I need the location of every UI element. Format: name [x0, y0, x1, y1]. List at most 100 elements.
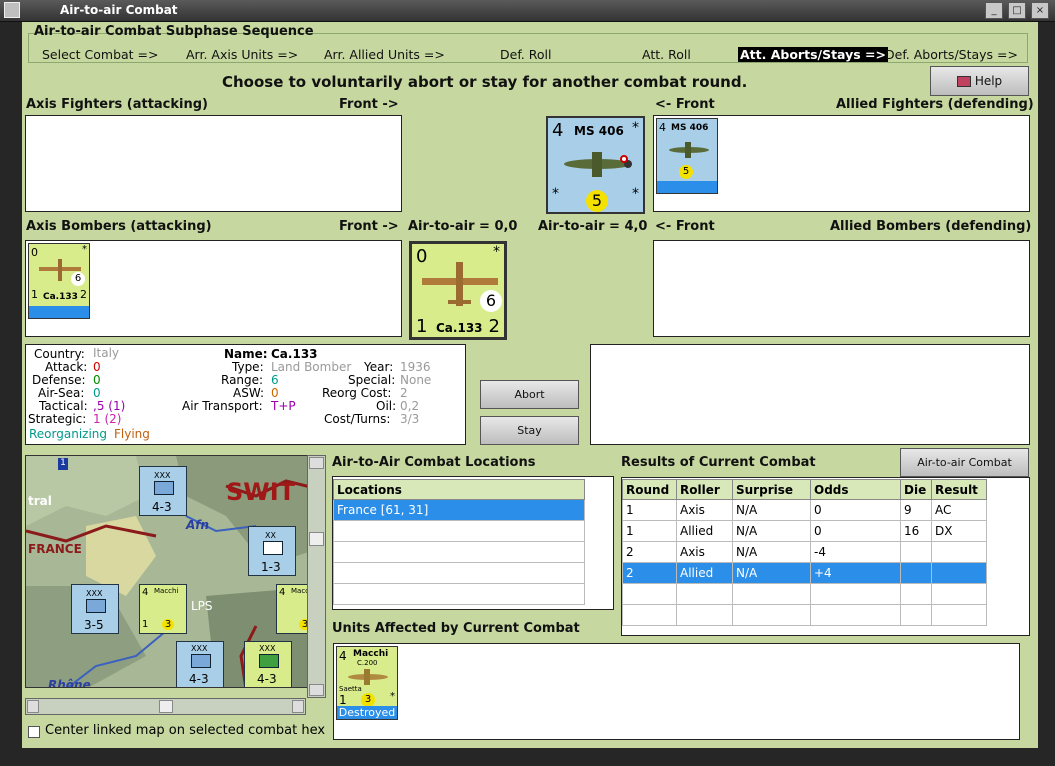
unit-symbol-icon	[154, 481, 174, 495]
ca133-small-right: 2	[80, 288, 87, 301]
instruction-text: Choose to voluntarily abort or stay for …	[222, 73, 748, 91]
map-label-swit: SWIT	[226, 478, 296, 506]
scroll-thumb[interactable]	[309, 532, 324, 546]
ms406-selected-bar	[657, 181, 717, 193]
col-result: Result	[931, 479, 987, 500]
results-table: Round Roller Surprise Odds Die Result 1A…	[622, 479, 987, 626]
map-counter-lyons[interactable]: XXX 4-3	[139, 466, 187, 516]
col-round: Round	[622, 479, 677, 500]
ms406-small-name: MS 406	[671, 123, 709, 133]
map-label-lps: LPS	[191, 599, 213, 613]
reorgcost-key: Reorg Cost:	[322, 386, 392, 400]
type-value: Land Bomber	[271, 360, 352, 374]
name-value: Ca.133	[271, 347, 318, 361]
map-counter-viii-inf[interactable]: XXX 4-3	[176, 641, 224, 687]
map-counter-v-inf[interactable]: XXX 4-3	[244, 641, 292, 687]
ms406-large-counter[interactable]: 4 MS 406 * * * 5	[546, 116, 645, 214]
col-die: Die	[900, 479, 932, 500]
help-label: Help	[974, 74, 1003, 88]
col-surprise: Surprise	[732, 479, 811, 500]
close-icon[interactable]: ×	[1031, 2, 1049, 19]
sequence-title: Air-to-air Combat Subphase Sequence	[34, 24, 314, 39]
table-row[interactable]: 1 Allied N/A 0 16 DX	[622, 520, 987, 542]
affected-title: Units Affected by Current Combat	[332, 621, 580, 636]
attack-value: 0	[93, 360, 101, 374]
allied-bombers-front: <- Front	[655, 219, 715, 234]
ms406-name: MS 406	[574, 124, 624, 138]
stay-button[interactable]: Stay	[480, 416, 579, 445]
map-horizontal-scrollbar[interactable]	[25, 698, 306, 715]
scroll-up-arrow-icon[interactable]	[309, 457, 324, 469]
linked-map[interactable]: tral FRANCE SWIT Afn LPS Rhône 1 XXX 4-3…	[25, 455, 326, 688]
step-att-roll: Att. Roll	[642, 47, 691, 62]
window-titlebar: Air-to-air Combat _ □ ×	[0, 0, 1055, 22]
maximize-icon[interactable]: □	[1008, 2, 1026, 19]
ca133-small-name: Ca.133	[43, 292, 78, 302]
ms406-air-value: 4	[552, 120, 564, 141]
table-row[interactable]	[622, 604, 987, 626]
location-row[interactable]	[333, 583, 585, 605]
allied-bombers-box[interactable]	[653, 240, 1030, 337]
macchi-affected-counter[interactable]: 4 Macchi C.200 Saetta 1 3 * Destroyed	[336, 646, 398, 720]
table-row[interactable]: 2 Allied N/A +4	[622, 562, 987, 584]
step-def-roll: Def. Roll	[500, 47, 552, 62]
fighter-plane-small-icon	[669, 142, 709, 158]
special-key: Special:	[348, 373, 396, 387]
attack-key: Attack:	[45, 360, 88, 374]
type-key: Type:	[232, 360, 264, 374]
allied-air-to-air: Air-to-air = 4,0	[538, 219, 648, 234]
strategic-value: 1 (2)	[93, 412, 122, 426]
ms406-small-air: 4	[659, 121, 666, 134]
oil-value: 0,2	[400, 399, 420, 413]
step-att-aborts-active: Att. Aborts/Stays =>	[738, 47, 888, 62]
scroll-left-arrow-icon[interactable]	[27, 700, 39, 713]
tactical-key: Tactical:	[39, 399, 88, 413]
minimize-icon[interactable]: _	[985, 2, 1003, 19]
center-map-checkbox[interactable]	[28, 726, 40, 738]
allied-bombers-label: Allied Bombers (defending)	[830, 219, 1032, 234]
special-value: None	[400, 373, 432, 387]
table-row[interactable]: 2 Axis N/A -4	[622, 541, 987, 563]
axis-air-to-air: Air-to-air = 0,0	[408, 219, 518, 234]
map-counter-macchi[interactable]: 4 Macchi 1 3	[139, 584, 187, 634]
axis-fighters-box[interactable]	[25, 115, 402, 212]
airtransport-key: Air Transport:	[182, 399, 263, 413]
table-row[interactable]: 1 Axis N/A 0 9 AC	[622, 499, 987, 521]
country-key: Country:	[34, 347, 85, 361]
infantry-symbol-icon	[263, 541, 283, 555]
scroll-right-arrow-icon[interactable]	[292, 700, 304, 713]
strategic-key: Strategic:	[28, 412, 87, 426]
map-vertical-scrollbar[interactable]	[307, 455, 326, 698]
step-axis-units: Arr. Axis Units =>	[186, 47, 299, 62]
name-key: Name:	[224, 347, 268, 361]
table-row[interactable]	[622, 583, 987, 605]
airsea-value: 0	[93, 386, 101, 400]
map-label-france: FRANCE	[28, 542, 82, 556]
map-counter-cav[interactable]: XXX 3-5	[71, 584, 119, 634]
location-row[interactable]: France [61, 31]	[333, 499, 585, 521]
ca133-small-att: 6	[71, 272, 85, 286]
map-counter-mtn[interactable]: XX 1-3	[248, 526, 296, 576]
h-scroll-thumb[interactable]	[159, 700, 173, 713]
infantry-symbol-icon	[191, 654, 211, 668]
reorganizing-label: Reorganizing	[29, 427, 108, 441]
ms406-small-counter[interactable]: 4 MS 406 5	[656, 118, 718, 194]
ca133-small-counter[interactable]: 0 * 6 1 Ca.133 2	[28, 243, 90, 319]
ca133-large-counter[interactable]: 0 * 6 1 Ca.133 2	[409, 241, 507, 340]
range-value: 6	[271, 373, 279, 387]
ms406-value: 5	[586, 190, 608, 212]
help-button[interactable]: Help	[930, 66, 1029, 96]
ca133-star: *	[493, 244, 500, 260]
air-combat-chart-button[interactable]: Air-to-air Combat Chart	[900, 448, 1029, 496]
location-row[interactable]	[333, 541, 585, 563]
location-row[interactable]	[333, 520, 585, 542]
affected-panel	[333, 643, 1020, 740]
cavalry-symbol-icon	[86, 599, 106, 613]
abort-button[interactable]: Abort	[480, 380, 579, 409]
location-row[interactable]	[333, 562, 585, 584]
scroll-down-arrow-icon[interactable]	[309, 684, 324, 696]
costturns-value: 3/3	[400, 412, 420, 426]
axis-bombers-front: Front ->	[339, 219, 399, 234]
step-def-aborts: Def. Aborts/Stays =>	[885, 47, 1018, 62]
ca133-att-value: 6	[480, 290, 502, 312]
